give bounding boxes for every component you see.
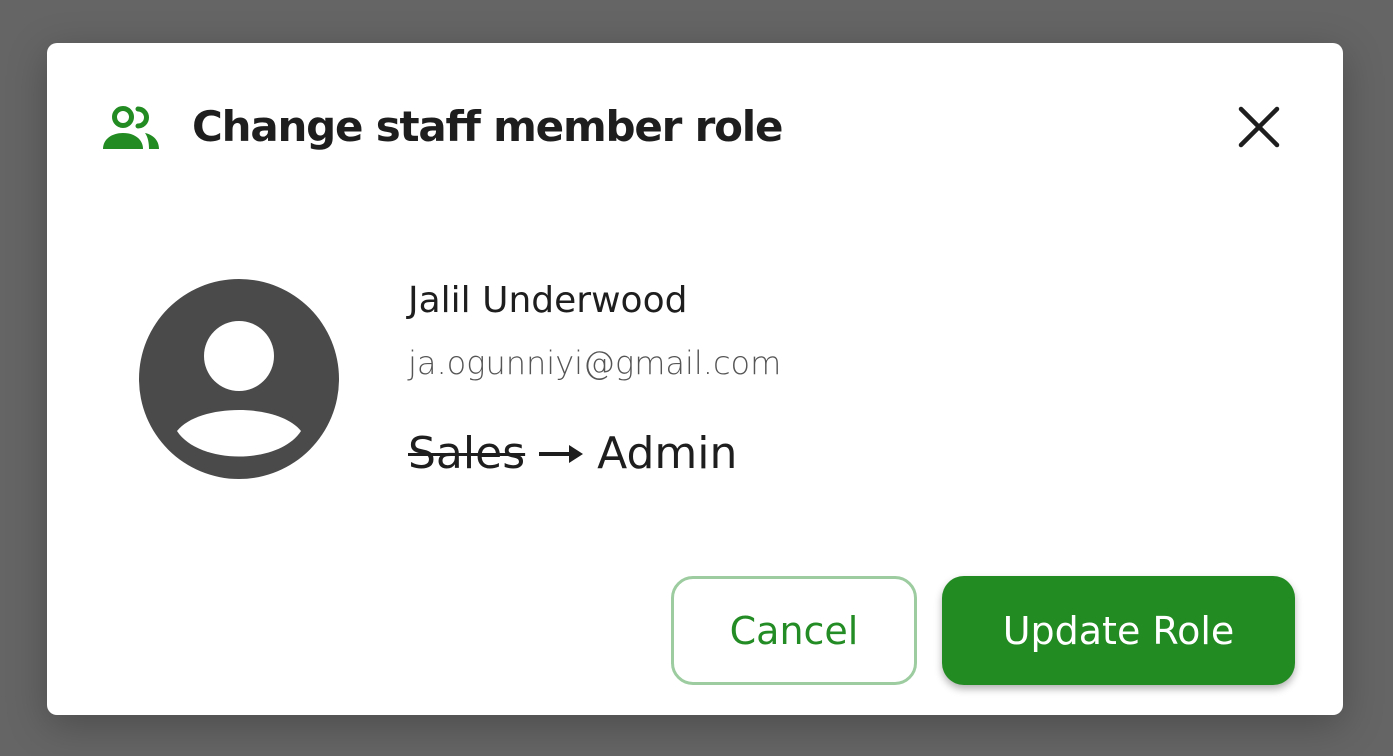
user-email: ja.ogunniyi@gmail.com xyxy=(408,344,782,382)
close-icon[interactable] xyxy=(1237,105,1281,153)
change-role-dialog: Change staff member role Jalil Underwood… xyxy=(47,43,1343,715)
old-role: Sales xyxy=(408,428,526,479)
role-change: Sales Admin xyxy=(408,425,737,483)
close-button[interactable] xyxy=(1231,101,1287,157)
user-avatar-icon xyxy=(139,279,339,479)
cancel-button[interactable]: Cancel xyxy=(671,576,917,685)
arrow-right-icon xyxy=(537,442,585,466)
new-role: Admin xyxy=(597,428,738,479)
user-name: Jalil Underwood xyxy=(408,280,688,321)
update-role-button[interactable]: Update Role xyxy=(942,576,1295,685)
people-icon xyxy=(101,105,161,151)
dialog-title: Change staff member role xyxy=(192,102,783,151)
